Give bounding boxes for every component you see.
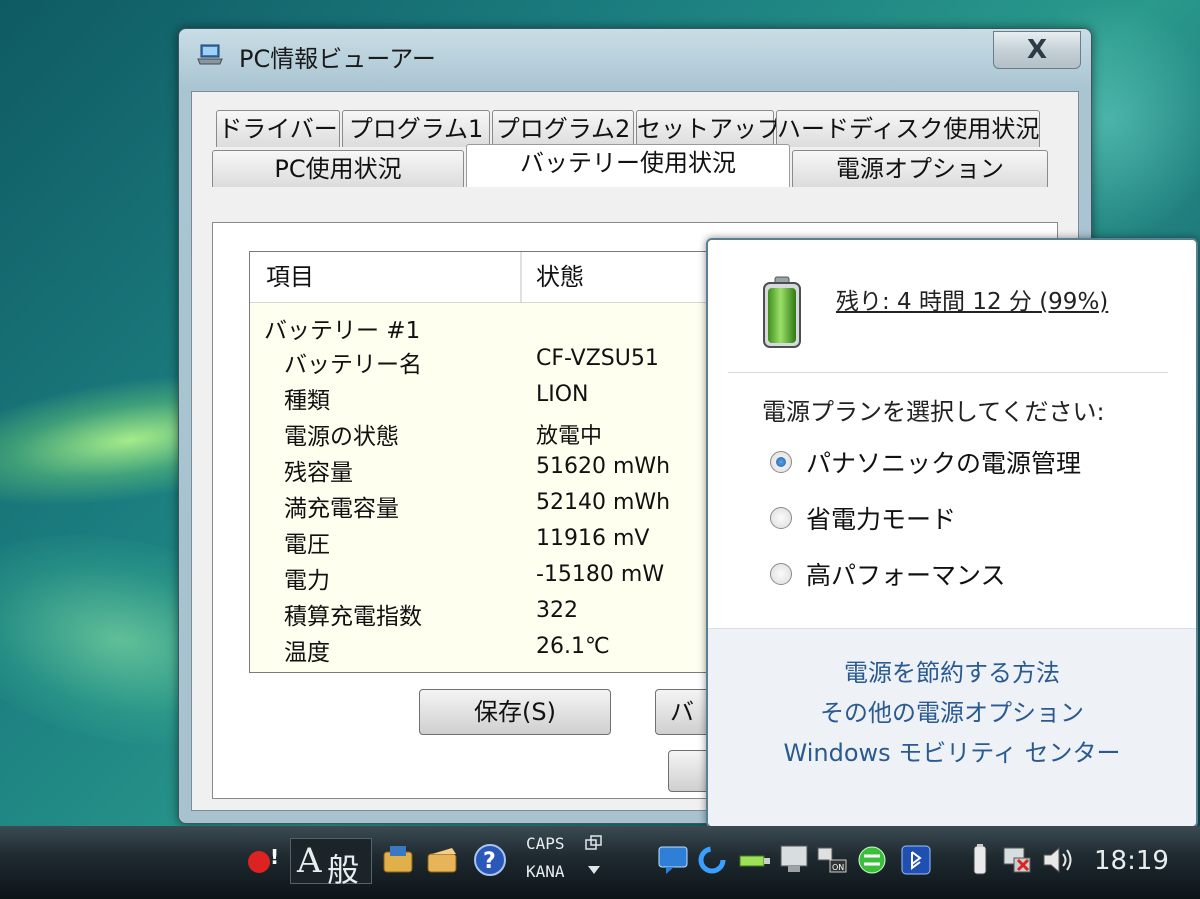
- list-item-label: 電力: [284, 568, 330, 594]
- kana-indicator: KANA: [526, 862, 565, 881]
- column-header-status[interactable]: 状態: [536, 252, 584, 302]
- list-item-value: 52140 mWh: [536, 490, 671, 515]
- tab-setup[interactable]: セットアップ: [636, 110, 781, 147]
- plan-option-high-performance[interactable]: 高パフォーマンス: [770, 556, 1006, 592]
- link-more-power-options[interactable]: その他の電源オプション: [708, 693, 1196, 728]
- plan-option-label[interactable]: 省電力モード: [806, 500, 956, 536]
- bluetooth-icon[interactable]: [898, 842, 934, 878]
- message-icon[interactable]: [656, 842, 692, 878]
- radio-icon[interactable]: [770, 563, 792, 585]
- ime-bar: A 般: [290, 838, 372, 889]
- battery-flyout: 残り: 4 時間 12 分 (99%) 電源プランを選択してください: パナソニ…: [706, 238, 1198, 828]
- list-item-label: 種類: [284, 388, 330, 414]
- svg-text:ON: ON: [832, 863, 844, 872]
- tab-program-1[interactable]: プログラム1: [342, 110, 490, 147]
- column-header-item[interactable]: 項目: [266, 252, 314, 302]
- list-item-value: 26.1℃: [536, 634, 610, 659]
- link-power-saving-tips[interactable]: 電源を節約する方法: [708, 653, 1196, 688]
- plan-option-label[interactable]: 高パフォーマンス: [806, 556, 1006, 592]
- list-item-label: 温度: [284, 640, 330, 666]
- ime-dictionary-button[interactable]: 般: [327, 845, 359, 891]
- list-item-value: LION: [536, 382, 589, 407]
- battery-icon: [763, 276, 801, 348]
- tab-hdd-usage[interactable]: ハードディスク使用状況: [776, 110, 1040, 147]
- list-item-value: 放電中: [536, 424, 603, 449]
- divider: [728, 372, 1168, 373]
- ime-tool-icon[interactable]: [380, 842, 416, 878]
- sync-icon[interactable]: [694, 842, 730, 878]
- list-item-value: 322: [536, 598, 578, 623]
- tab-row-1: ドライバー プログラム1 プログラム2 セットアップ ハードディスク使用状況: [216, 110, 1042, 148]
- column-divider[interactable]: [520, 252, 522, 302]
- display-icon[interactable]: [776, 842, 812, 878]
- list-item-value: 51620 mWh: [536, 454, 671, 479]
- alert-icon[interactable]: !: [244, 842, 280, 878]
- tab-row-2: PC使用状況 バッテリー使用状況 電源オプション: [212, 144, 1050, 188]
- save-button[interactable]: 保存(S): [419, 689, 611, 735]
- svg-text:!: !: [270, 845, 279, 869]
- volume-icon[interactable]: [1040, 842, 1076, 878]
- chevron-down-icon[interactable]: [586, 864, 602, 876]
- clock[interactable]: 18:19: [1094, 846, 1169, 876]
- tab-power-options[interactable]: 電源オプション: [792, 150, 1048, 187]
- list-item-value: -15180 mW: [536, 562, 665, 587]
- help-icon[interactable]: ?: [472, 842, 508, 878]
- plan-option-label[interactable]: パナソニックの電源管理: [806, 444, 1081, 480]
- list-item-value: CF-VZSU51: [536, 346, 659, 371]
- radio-icon[interactable]: [770, 507, 792, 529]
- list-item-label: 電圧: [284, 532, 330, 558]
- caps-indicator: CAPS: [526, 834, 565, 853]
- usb-device-icon[interactable]: [736, 842, 772, 878]
- ime-pad-icon[interactable]: [424, 842, 460, 878]
- title-bar[interactable]: PC情報ビューアー X: [179, 29, 1091, 87]
- link-mobility-center[interactable]: Windows モビリティ センター: [708, 733, 1196, 768]
- tab-pc-usage[interactable]: PC使用状況: [212, 150, 464, 187]
- network-on-icon[interactable]: ON: [814, 842, 850, 878]
- plan-option-panasonic[interactable]: パナソニックの電源管理: [770, 444, 1081, 480]
- tab-program-2[interactable]: プログラム2: [492, 110, 634, 147]
- battery-flyout-links: 電源を節約する方法 その他の電源オプション Windows モビリティ センター: [708, 628, 1196, 826]
- tab-driver[interactable]: ドライバー: [216, 110, 340, 147]
- list-item-label: バッテリー名: [284, 352, 422, 378]
- laptop-icon: [197, 44, 223, 65]
- list-item-label: 積算充電指数: [284, 604, 422, 630]
- ime-mode-button[interactable]: A: [297, 841, 322, 881]
- battery-tray-icon[interactable]: [962, 842, 998, 878]
- window-title: PC情報ビューアー: [239, 45, 436, 73]
- svg-text:?: ?: [483, 849, 496, 874]
- power-plan-prompt: 電源プランを選択してください:: [762, 398, 1105, 426]
- network-disconnected-icon[interactable]: [1000, 842, 1036, 878]
- battery-flyout-top: 残り: 4 時間 12 分 (99%) 電源プランを選択してください: パナソニ…: [708, 240, 1196, 628]
- close-button[interactable]: X: [993, 31, 1081, 69]
- tab-battery-usage[interactable]: バッテリー使用状況: [466, 144, 790, 187]
- list-item-label: 満充電容量: [284, 496, 399, 522]
- battery-remaining-link[interactable]: 残り: 4 時間 12 分 (99%): [836, 282, 1108, 316]
- plan-option-power-saver[interactable]: 省電力モード: [770, 500, 956, 536]
- wireless-switch-icon[interactable]: [854, 842, 890, 878]
- restore-icon[interactable]: [584, 834, 604, 852]
- list-group-label: バッテリー #1: [264, 318, 421, 344]
- list-item-label: 残容量: [284, 460, 353, 486]
- radio-selected-icon[interactable]: [770, 451, 792, 473]
- list-item-value: 11916 mV: [536, 526, 650, 551]
- list-item-label: 電源の状態: [284, 424, 399, 450]
- taskbar: ! A 般 ? CAPS KANA ON 18:19: [0, 826, 1200, 899]
